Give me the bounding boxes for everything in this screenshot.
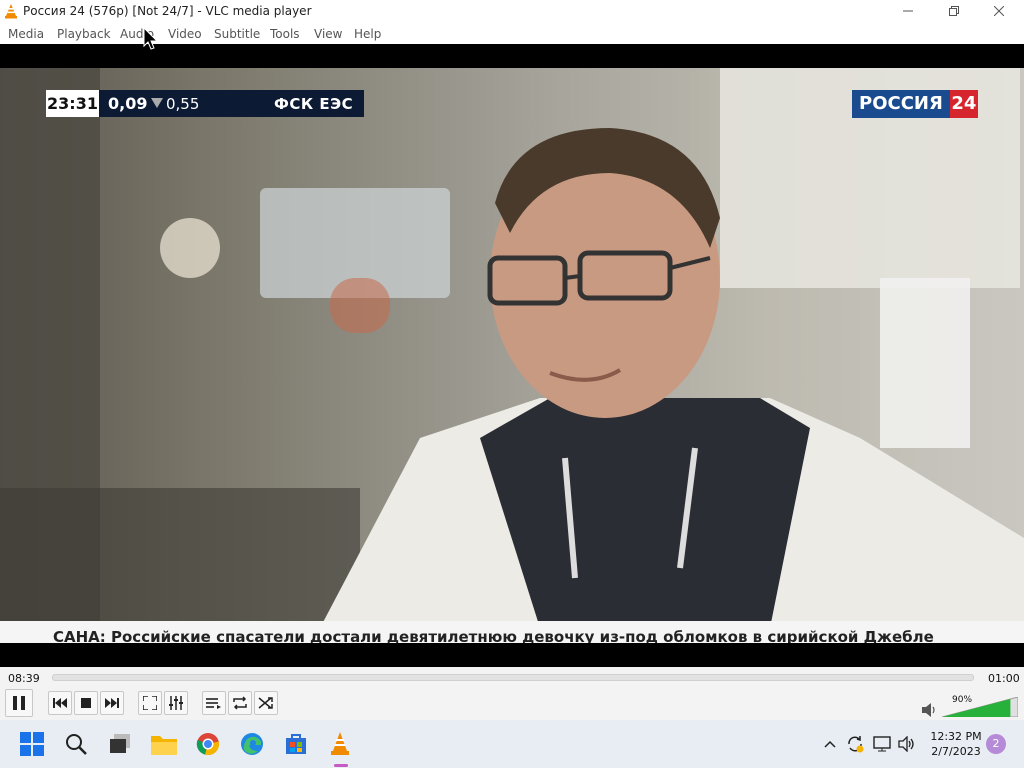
stop-icon bbox=[81, 698, 91, 708]
next-button[interactable] bbox=[100, 691, 124, 715]
store-icon bbox=[286, 734, 306, 754]
interviewee bbox=[320, 128, 1024, 628]
title-bar[interactable]: Россия 24 (576p) [Not 24/7] - VLC media … bbox=[0, 0, 1024, 22]
minimize-button[interactable] bbox=[885, 0, 931, 22]
extended-settings-button[interactable] bbox=[164, 691, 188, 715]
pause-icon bbox=[13, 696, 25, 710]
fullscreen-icon bbox=[143, 696, 157, 710]
volume-slider[interactable] bbox=[942, 697, 1018, 717]
channel-logo-text: РОССИЯ bbox=[852, 90, 950, 118]
elapsed-time[interactable]: 08:39 bbox=[8, 672, 40, 685]
playlist-icon bbox=[206, 698, 221, 709]
edge-icon bbox=[241, 733, 263, 755]
vlc-taskbar-button[interactable] bbox=[326, 730, 354, 758]
player-controls: 08:39 01:00 90% bbox=[0, 667, 1024, 720]
news-ticker-bar: САНА: Российские спасатели достали девят… bbox=[0, 621, 1024, 643]
menu-subtitle[interactable]: Subtitle bbox=[214, 27, 260, 41]
close-icon bbox=[994, 6, 1004, 16]
fullscreen-button[interactable] bbox=[138, 691, 162, 715]
close-button[interactable] bbox=[976, 0, 1022, 22]
equalizer-icon bbox=[169, 696, 183, 710]
menu-view[interactable]: View bbox=[314, 27, 342, 41]
video-frame: САНА: Российские спасатели достали девят… bbox=[0, 68, 1024, 643]
overlay-stock-bar: 0,09 0,55 ФСК ЕЭС bbox=[99, 90, 364, 117]
speaker-icon bbox=[898, 736, 914, 752]
overlay-clock: 23:31 bbox=[46, 90, 99, 117]
remaining-time[interactable]: 01:00 bbox=[988, 672, 1020, 685]
menu-video[interactable]: Video bbox=[168, 27, 202, 41]
vlc-icon bbox=[331, 732, 349, 755]
channel-logo: РОССИЯ 24 bbox=[852, 90, 978, 118]
maximize-button[interactable] bbox=[931, 0, 977, 22]
vlc-cone-icon bbox=[5, 4, 17, 19]
show-hidden-icons-button[interactable] bbox=[820, 734, 840, 754]
start-button[interactable] bbox=[18, 730, 46, 758]
skip-back-icon bbox=[53, 698, 67, 708]
store-button[interactable] bbox=[282, 730, 310, 758]
playlist-button[interactable] bbox=[202, 691, 226, 715]
active-app-indicator bbox=[334, 764, 348, 767]
menu-media[interactable]: Media bbox=[8, 27, 44, 41]
chevron-up-icon bbox=[824, 740, 836, 748]
background-light bbox=[160, 218, 220, 278]
menu-help[interactable]: Help bbox=[354, 27, 381, 41]
task-view-icon bbox=[110, 734, 130, 753]
shuffle-button[interactable] bbox=[254, 691, 278, 715]
windows-start-icon bbox=[20, 732, 44, 756]
vlc-window: Россия 24 (576p) [Not 24/7] - VLC media … bbox=[0, 0, 1024, 720]
sync-icon bbox=[848, 736, 864, 753]
previous-button[interactable] bbox=[48, 691, 72, 715]
clock-time: 12:32 PM bbox=[930, 730, 982, 743]
news-ticker-text: САНА: Российские спасатели достали девят… bbox=[53, 628, 934, 643]
window-title: Россия 24 (576p) [Not 24/7] - VLC media … bbox=[23, 4, 312, 18]
menu-playback[interactable]: Playback bbox=[57, 27, 111, 41]
pause-button[interactable] bbox=[5, 689, 33, 717]
loop-button[interactable] bbox=[228, 691, 252, 715]
mouse-cursor-icon bbox=[143, 27, 159, 50]
video-area[interactable]: САНА: Российские спасатели достали девят… bbox=[0, 44, 1024, 667]
search-icon bbox=[66, 734, 87, 755]
chrome-icon bbox=[196, 733, 220, 756]
overlay-value-secondary: 0,55 bbox=[166, 95, 200, 113]
down-arrow-icon bbox=[151, 98, 163, 108]
maximize-icon bbox=[949, 6, 959, 16]
loop-icon bbox=[233, 696, 247, 710]
chrome-button[interactable] bbox=[194, 730, 222, 758]
network-icon bbox=[873, 736, 891, 752]
file-explorer-button[interactable] bbox=[150, 730, 178, 758]
overlay-value-primary: 0,09 bbox=[108, 94, 148, 113]
channel-logo-number: 24 bbox=[949, 90, 978, 118]
notification-badge[interactable]: 2 bbox=[986, 734, 1006, 754]
clock-date: 2/7/2023 bbox=[931, 745, 981, 758]
menu-tools[interactable]: Tools bbox=[270, 27, 300, 41]
shuffle-icon bbox=[258, 697, 273, 709]
seek-slider[interactable] bbox=[52, 674, 974, 681]
network-tray-button[interactable] bbox=[872, 734, 892, 754]
file-explorer-icon bbox=[151, 736, 177, 755]
edge-button[interactable] bbox=[238, 730, 266, 758]
task-view-button[interactable] bbox=[106, 730, 134, 758]
stop-button[interactable] bbox=[74, 691, 98, 715]
overlay-ticker-name: ФСК ЕЭС bbox=[274, 95, 354, 113]
taskbar-search-button[interactable] bbox=[62, 730, 90, 758]
taskbar: 12:32 PM 2/7/2023 2 bbox=[0, 720, 1024, 768]
skip-forward-icon bbox=[105, 698, 119, 708]
minimize-icon bbox=[903, 10, 913, 12]
sync-tray-button[interactable] bbox=[845, 734, 865, 754]
speaker-tray-button[interactable] bbox=[897, 734, 917, 754]
volume-icon[interactable] bbox=[922, 703, 938, 717]
taskbar-clock[interactable]: 12:32 PM 2/7/2023 bbox=[926, 729, 986, 759]
